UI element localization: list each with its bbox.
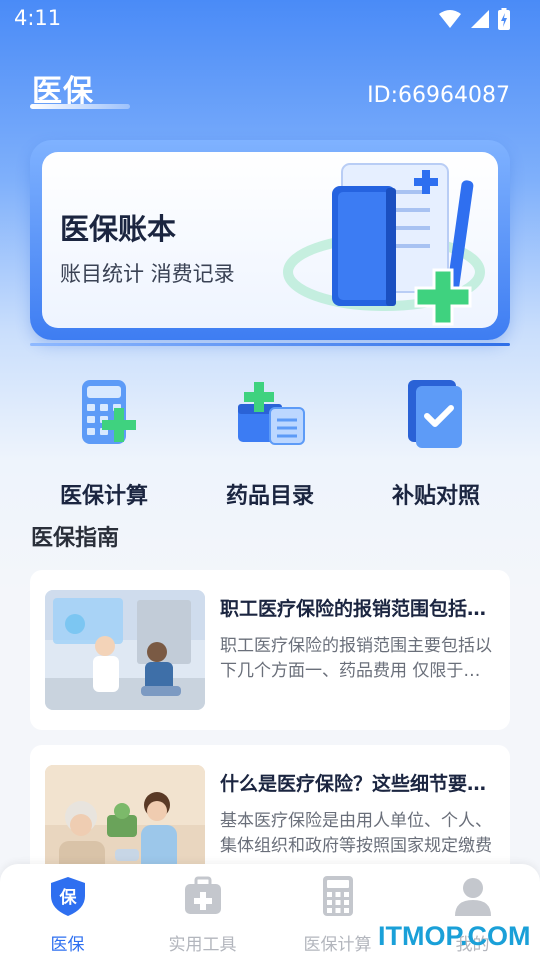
shield-icon: 保 [50, 877, 85, 916]
medicine-box-icon [238, 382, 305, 445]
banner-subtitle: 账目统计 消费记录 [60, 262, 235, 286]
wifi-icon [439, 10, 461, 28]
action-label: 药品目录 [225, 484, 314, 509]
status-time: 4:11 [14, 6, 62, 30]
banner-divider [30, 343, 510, 346]
calculator-icon [322, 876, 353, 916]
action-label: 补贴对照 [391, 484, 480, 509]
action-label: 医保计算 [59, 484, 148, 509]
action-insurance-calc[interactable]: 医保计算 [24, 374, 184, 510]
nav-label: 实用工具 [168, 935, 237, 955]
article-description: 职工医疗保险的报销范围主要包括以下几个方面一、药品费用 仅限于医保目录内药品 [220, 636, 492, 681]
banner-title: 医保账本 [60, 212, 177, 246]
nav-label: 医保 [50, 935, 85, 955]
nav-tools[interactable]: 实用工具 [135, 874, 270, 955]
watermark: ITMOP.COM [378, 921, 531, 951]
doctor-consultation-image [45, 590, 205, 710]
ledger-book-icon [283, 163, 485, 326]
title-underline [30, 104, 130, 109]
nav-insurance[interactable]: 保 医保 [0, 874, 135, 955]
article-description: 基本医疗保险是由用人单位、个人、集体组织和政府等按照国家规定缴费 [220, 811, 492, 856]
user-id: ID:66964087 [367, 83, 510, 108]
battery-icon [498, 8, 510, 30]
status-icons [438, 8, 510, 30]
banner-card: 医保账本 账目统计 消费记录 [42, 152, 498, 328]
calculator-icon [82, 380, 136, 444]
svg-text:保: 保 [58, 887, 77, 908]
article-card[interactable]: 职工医疗保险的报销范围包括哪些 职工医疗保险的报销范围主要包括以下几个方面一、药… [30, 570, 510, 730]
article-title: 什么是医疗保险？这些细节要了解 [220, 773, 492, 795]
guide-section-title: 医保指南 [31, 526, 120, 551]
article-thumbnail [45, 590, 205, 710]
signal-icon [471, 10, 489, 28]
checklist-folder-icon [408, 380, 462, 448]
medical-kit-icon [184, 876, 221, 914]
action-drug-catalog[interactable]: 药品目录 [190, 374, 350, 510]
ledger-banner[interactable]: 医保账本 账目统计 消费记录 [30, 140, 510, 340]
action-subsidy-compare[interactable]: 补贴对照 [356, 374, 516, 510]
article-title: 职工医疗保险的报销范围包括哪些 [220, 598, 492, 620]
status-bar: 4:11 [0, 0, 540, 38]
user-icon [454, 878, 491, 916]
